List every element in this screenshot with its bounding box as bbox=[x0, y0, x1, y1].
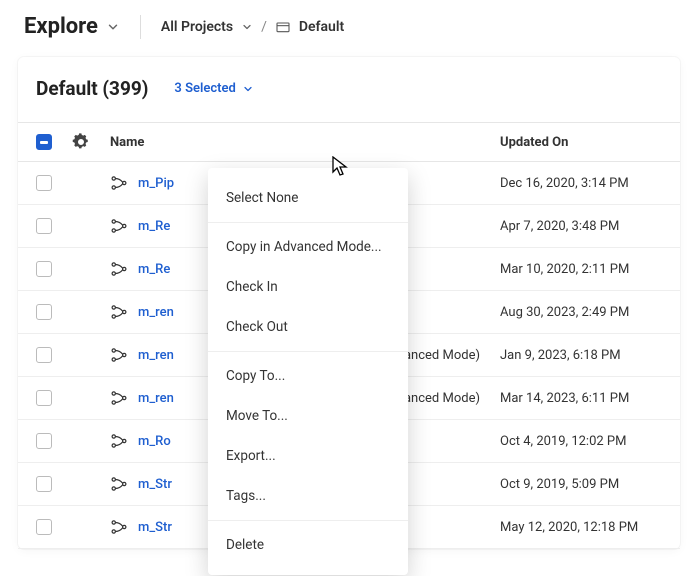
select-all-header[interactable] bbox=[18, 123, 62, 162]
asset-link[interactable]: m_Ro bbox=[138, 434, 171, 449]
updated-cell: Mar 14, 2023, 6:11 PM bbox=[490, 377, 680, 420]
row-checkbox[interactable] bbox=[36, 175, 52, 191]
row-checkbox[interactable] bbox=[36, 218, 52, 234]
updated-cell: May 12, 2020, 12:18 PM bbox=[490, 506, 680, 549]
mapping-icon bbox=[110, 174, 128, 192]
asset-link[interactable]: m_Pip bbox=[138, 176, 174, 191]
asset-link[interactable]: m_Re bbox=[138, 219, 170, 234]
asset-link[interactable]: m_Str bbox=[138, 520, 172, 535]
mapping-icon bbox=[110, 432, 128, 450]
asset-link[interactable]: m_ren bbox=[138, 391, 174, 406]
updated-cell: Dec 16, 2020, 3:14 PM bbox=[490, 162, 680, 205]
mapping-icon bbox=[110, 217, 128, 235]
selection-label: 3 Selected bbox=[174, 81, 235, 96]
row-checkbox[interactable] bbox=[36, 304, 52, 320]
explore-title[interactable]: Explore bbox=[24, 14, 120, 39]
menu-tags[interactable]: Tags... bbox=[208, 476, 408, 516]
row-checkbox[interactable] bbox=[36, 261, 52, 277]
folder-icon bbox=[275, 19, 291, 35]
mapping-icon bbox=[110, 346, 128, 364]
updated-cell: Aug 30, 2023, 2:49 PM bbox=[490, 291, 680, 334]
row-checkbox[interactable] bbox=[36, 519, 52, 535]
menu-copy-advanced[interactable]: Copy in Advanced Mode... bbox=[208, 227, 408, 267]
row-checkbox[interactable] bbox=[36, 476, 52, 492]
menu-copy-to[interactable]: Copy To... bbox=[208, 356, 408, 396]
name-header[interactable]: Name bbox=[100, 123, 490, 162]
mapping-icon bbox=[110, 475, 128, 493]
breadcrumb-sep: / bbox=[261, 19, 267, 35]
menu-select-none[interactable]: Select None bbox=[208, 178, 408, 218]
chevron-down-icon[interactable] bbox=[241, 21, 253, 33]
selection-menu: Select None Copy in Advanced Mode... Che… bbox=[208, 168, 408, 575]
mapping-icon bbox=[110, 389, 128, 407]
updated-header[interactable]: Updated On bbox=[490, 123, 680, 162]
mapping-icon bbox=[110, 518, 128, 536]
explore-label: Explore bbox=[24, 14, 98, 39]
menu-export[interactable]: Export... bbox=[208, 436, 408, 476]
vertical-divider bbox=[140, 15, 141, 39]
menu-check-out[interactable]: Check Out bbox=[208, 307, 408, 347]
row-checkbox[interactable] bbox=[36, 347, 52, 363]
breadcrumb-folder[interactable]: Default bbox=[299, 19, 344, 35]
checkbox-partial-icon[interactable] bbox=[36, 134, 52, 150]
updated-cell: Mar 10, 2020, 2:11 PM bbox=[490, 248, 680, 291]
menu-delete[interactable]: Delete bbox=[208, 525, 408, 565]
updated-cell: Oct 9, 2019, 5:09 PM bbox=[490, 463, 680, 506]
asset-link[interactable]: m_ren bbox=[138, 348, 174, 363]
project-scope[interactable]: All Projects bbox=[161, 19, 233, 35]
top-bar: Explore All Projects / Default bbox=[0, 0, 698, 53]
mapping-icon bbox=[110, 303, 128, 321]
chevron-down-icon bbox=[106, 20, 120, 34]
asset-link[interactable]: m_Str bbox=[138, 477, 172, 492]
panel-header: Default (399) 3 Selected bbox=[18, 73, 680, 122]
type-header[interactable] bbox=[62, 123, 100, 162]
mapping-icon bbox=[110, 260, 128, 278]
chevron-down-icon bbox=[242, 83, 254, 95]
asset-link[interactable]: m_Re bbox=[138, 262, 170, 277]
menu-check-in[interactable]: Check In bbox=[208, 267, 408, 307]
selection-dropdown[interactable]: 3 Selected bbox=[174, 81, 253, 96]
updated-cell: Apr 7, 2020, 3:48 PM bbox=[490, 205, 680, 248]
row-checkbox[interactable] bbox=[36, 433, 52, 449]
gear-icon bbox=[72, 133, 90, 151]
row-checkbox[interactable] bbox=[36, 390, 52, 406]
menu-move-to[interactable]: Move To... bbox=[208, 396, 408, 436]
breadcrumb: All Projects / Default bbox=[161, 19, 344, 35]
updated-cell: Jan 9, 2023, 6:18 PM bbox=[490, 334, 680, 377]
asset-link[interactable]: m_ren bbox=[138, 305, 174, 320]
panel-title: Default (399) bbox=[36, 77, 148, 100]
main-panel: Default (399) 3 Selected Name Updated On… bbox=[18, 57, 680, 549]
updated-cell: Oct 4, 2019, 12:02 PM bbox=[490, 420, 680, 463]
